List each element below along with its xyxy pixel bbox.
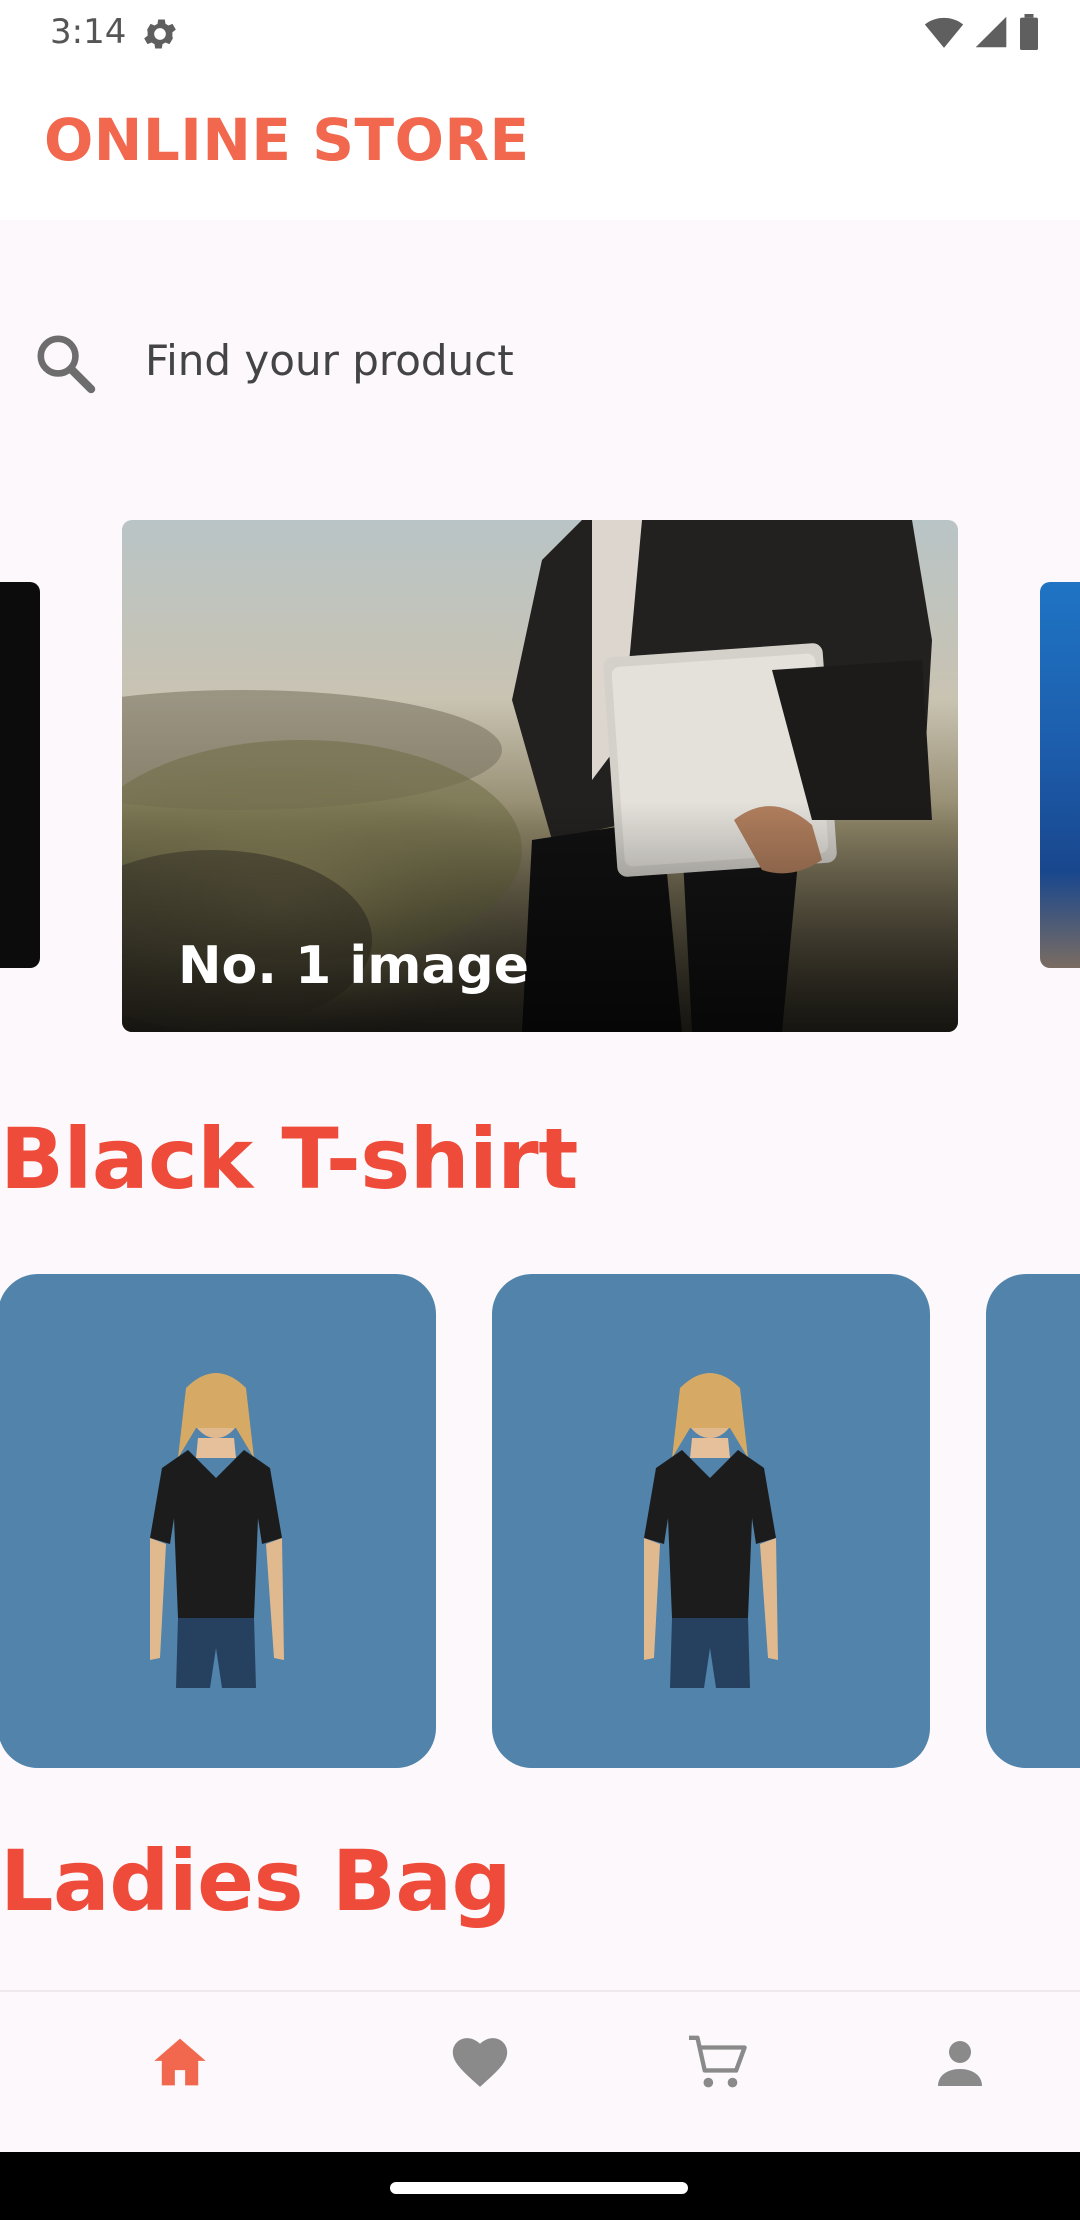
status-bar: 3:14 <box>0 0 1080 66</box>
search-icon[interactable] <box>32 330 98 396</box>
app-title: ONLINE STORE <box>44 106 530 174</box>
battery-icon <box>1020 14 1038 50</box>
system-gesture-bar <box>0 2152 1080 2220</box>
search-bar[interactable] <box>0 300 1080 420</box>
carousel-caption: No. 1 image <box>178 936 529 996</box>
cellular-signal-icon <box>975 16 1007 48</box>
product-card[interactable] <box>0 1274 436 1768</box>
product-image-tshirt <box>150 1373 284 1688</box>
product-card[interactable] <box>986 1274 1080 1768</box>
product-image-tshirt <box>644 1373 778 1688</box>
screen: 3:14 ONLINE STORE Find your product No. … <box>0 0 1080 2220</box>
status-time: 3:14 <box>50 12 127 52</box>
carousel-slide-current[interactable]: No. 1 image <box>122 520 958 1032</box>
home-icon <box>154 2038 206 2086</box>
nav-cart[interactable] <box>668 2022 768 2102</box>
section-title-black-tshirt: Black T-shirt <box>0 1110 578 1208</box>
product-row-black-tshirt[interactable] <box>0 1274 1080 1768</box>
cart-icon <box>689 2035 747 2088</box>
carousel-slide-previous[interactable] <box>0 582 40 968</box>
wifi-icon <box>924 17 964 48</box>
bottom-navigation <box>0 1990 1080 2152</box>
section-title-ladies-bag: Ladies Bag <box>0 1832 512 1930</box>
carousel-slide-next[interactable] <box>1040 582 1080 968</box>
nav-home[interactable] <box>130 2022 230 2102</box>
settings-gear-icon <box>144 19 176 49</box>
person-icon <box>938 2041 982 2086</box>
nav-favorites[interactable] <box>430 2022 530 2102</box>
product-card[interactable] <box>492 1274 930 1768</box>
heart-icon <box>452 2038 508 2087</box>
nav-profile[interactable] <box>910 2022 1010 2102</box>
app-bar: ONLINE STORE <box>0 66 1080 220</box>
status-icons <box>924 14 1040 50</box>
image-carousel[interactable]: No. 1 image <box>0 520 1080 1032</box>
home-gesture-handle[interactable] <box>390 2182 688 2194</box>
search-input[interactable] <box>145 330 1025 390</box>
